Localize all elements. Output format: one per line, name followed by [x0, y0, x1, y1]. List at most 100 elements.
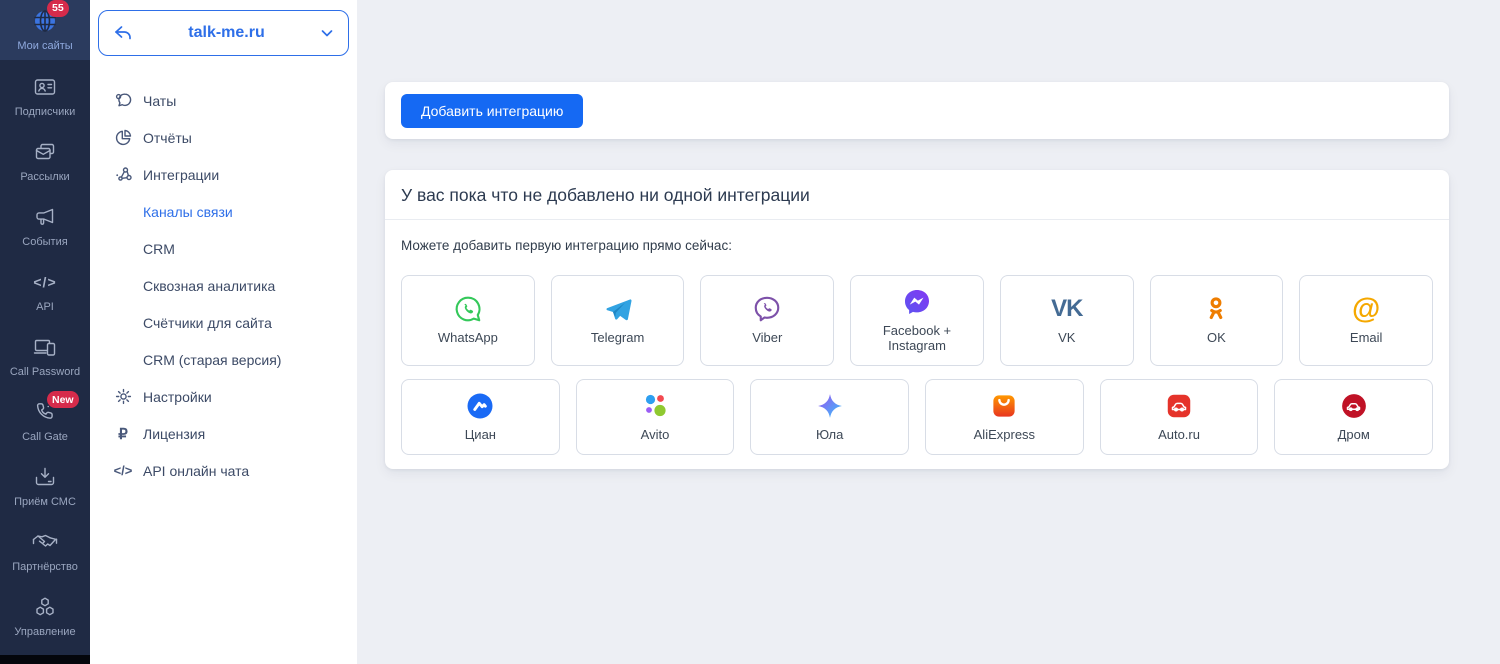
sidebar-item-label: Рассылки [20, 171, 70, 184]
tile-label: WhatsApp [437, 330, 498, 346]
integration-tile-telegram[interactable]: Telegram [550, 275, 685, 366]
sidebar-item-my-sites[interactable]: 55 Мои сайты [0, 0, 90, 60]
messenger-icon [905, 290, 930, 314]
menu-item-label: Каналы связи [143, 203, 233, 220]
sidebar-item-api[interactable]: </> API [0, 259, 90, 324]
sidebar-item-label: Приём СМС [14, 496, 76, 509]
menu-item-label: Отчёты [143, 129, 192, 146]
tile-label: Юла [815, 426, 844, 442]
toolbar-card: Добавить интеграцию [385, 82, 1449, 139]
menu-item-chats[interactable]: Чаты [113, 82, 357, 119]
mailing-envelopes-icon [35, 144, 55, 160]
nodes-icon [115, 167, 132, 181]
call-gate-new-badge: New [47, 391, 79, 409]
menu-item-label: Настройки [143, 388, 212, 405]
menu-item-crm-old[interactable]: CRM (старая версия) [113, 341, 357, 378]
menu-item-label: Чаты [143, 92, 177, 109]
handshake-icon [32, 535, 58, 548]
menu-item-reports[interactable]: Отчёты [113, 119, 357, 156]
integration-tile-ok[interactable]: OK [1149, 275, 1284, 366]
yula-icon [817, 394, 842, 418]
code-icon: </> [113, 463, 133, 478]
cubes-icon [36, 597, 54, 616]
menu-item-label: Сквозная аналитика [143, 277, 276, 294]
avito-icon [645, 394, 666, 416]
integration-tiles-row-2: Циан Avito Юла AliExpress Auto.ru Дром [401, 378, 1434, 455]
sidebar-item-label: События [22, 236, 68, 249]
integration-tile-cian[interactable]: Циан [401, 378, 560, 455]
back-arrow-icon [115, 26, 131, 40]
sidebar-item-call-password[interactable]: Call Password [0, 324, 90, 389]
sidebar-item-label: Подписчики [14, 106, 76, 119]
menu-item-integrations[interactable]: Интеграции [113, 156, 357, 193]
integration-tile-avito[interactable]: Avito [575, 378, 735, 455]
sidebar-item-label: Управление [14, 626, 76, 639]
integration-tile-viber[interactable]: Viber [700, 275, 835, 366]
sidebar-item-mailings[interactable]: Рассылки [0, 129, 90, 194]
email-at-icon: @ [1352, 292, 1381, 325]
aliexpress-icon [993, 395, 1015, 417]
sidebar-item-label: Мои сайты [17, 39, 73, 52]
integration-tile-vk[interactable]: VK VK [999, 275, 1134, 366]
ok-icon [1210, 297, 1223, 320]
ruble-icon: ₽ [118, 425, 128, 443]
viber-icon [754, 297, 780, 322]
add-integration-button[interactable]: Добавить интеграцию [401, 93, 584, 128]
menu-item-label: Лицензия [143, 425, 206, 442]
site-selector[interactable]: talk-me.ru [98, 10, 349, 56]
tile-label: Avito [640, 426, 670, 442]
megaphone-icon [36, 209, 54, 226]
sidebar-item-label: API [36, 301, 54, 314]
sidebar-item-subscribers[interactable]: Подписчики [0, 64, 90, 129]
menu-item-license[interactable]: ₽ Лицензия [113, 415, 357, 452]
integration-tile-yula[interactable]: Юла [750, 378, 910, 455]
whatsapp-icon [455, 297, 481, 322]
menu-item-label: Интеграции [143, 166, 220, 183]
empty-state-subtitle: Можете добавить первую интеграцию прямо … [401, 238, 732, 253]
secondary-sidebar: talk-me.ru Чаты Отчёты Интеграции Каналы… [90, 0, 357, 664]
integration-tile-whatsapp[interactable]: WhatsApp [401, 275, 535, 366]
main-content: Добавить интеграцию У вас пока что не до… [357, 0, 1500, 664]
primary-sidebar: 55 Мои сайты Подписчики Рассылки События… [0, 0, 90, 664]
telegram-icon [606, 299, 632, 321]
site-name: talk-me.ru [188, 24, 265, 41]
sidebar-item-partnership[interactable]: Партнёрство [0, 519, 90, 584]
site-menu: Чаты Отчёты Интеграции Каналы связи CRM … [90, 56, 357, 489]
integration-tile-facebook-instagram[interactable]: Facebook + Instagram [850, 275, 984, 366]
my-sites-count-badge: 55 [47, 0, 69, 17]
integration-tile-aliexpress[interactable]: AliExpress [925, 378, 1084, 455]
menu-item-label: CRM (старая версия) [143, 351, 282, 368]
integration-tile-drom[interactable]: Дром [1274, 378, 1434, 455]
sidebar-item-call-gate[interactable]: New Call Gate [0, 389, 90, 454]
integration-tile-auto-ru[interactable]: Auto.ru [1099, 378, 1259, 455]
subscribers-card-icon [34, 79, 56, 96]
devices-icon [33, 340, 56, 357]
integration-tile-email[interactable]: @ Email [1299, 275, 1434, 366]
menu-item-chat-api[interactable]: </> API онлайн чата [113, 452, 357, 489]
integration-tiles-row-1: WhatsApp Telegram Viber Facebook + Insta… [401, 275, 1434, 366]
sidebar-item-label: Call Password [9, 366, 81, 379]
sidebar-item-sms[interactable]: Приём СМС [0, 454, 90, 519]
menu-item-settings[interactable]: Настройки [113, 378, 357, 415]
code-icon: </> [33, 274, 57, 291]
inbox-download-icon [35, 468, 55, 486]
chat-bubble-icon [115, 93, 131, 107]
sidebar-item-events[interactable]: События [0, 194, 90, 259]
app-window: 55 Мои сайты Подписчики Рассылки События… [0, 0, 1500, 664]
menu-item-label: API онлайн чата [143, 462, 250, 479]
cian-icon [467, 393, 493, 419]
tile-label: VK [1058, 330, 1076, 346]
rail-bottom-strip [0, 655, 90, 664]
gear-icon [115, 388, 131, 405]
menu-item-site-counters[interactable]: Счётчики для сайта [113, 304, 357, 341]
auto-ru-icon [1167, 394, 1191, 418]
menu-item-channels[interactable]: Каналы связи [113, 193, 357, 230]
menu-item-crm[interactable]: CRM [113, 230, 357, 267]
tile-label: Дром [1337, 426, 1370, 442]
tile-label: AliExpress [973, 426, 1036, 442]
integrations-card: У вас пока что не добавлено ни одной инт… [385, 170, 1449, 469]
chevron-down-icon [321, 30, 333, 37]
tile-label: Циан [464, 426, 496, 442]
sidebar-item-management[interactable]: Управление [0, 584, 90, 649]
menu-item-analytics[interactable]: Сквозная аналитика [113, 267, 357, 304]
